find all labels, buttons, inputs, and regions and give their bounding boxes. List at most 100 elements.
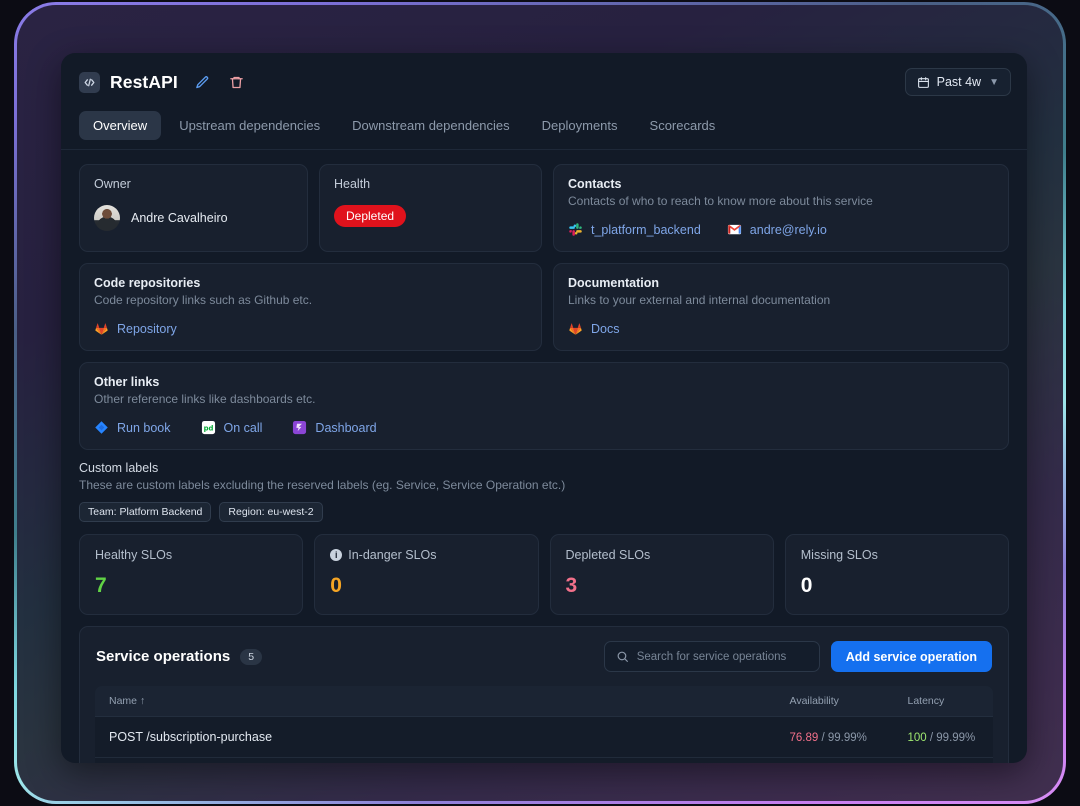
tab-scorecards[interactable]: Scorecards: [636, 111, 730, 140]
search-box[interactable]: [603, 641, 820, 672]
stat-card-depleted-slos: Depleted SLOs 3: [549, 534, 774, 615]
overview-content: Owner Andre Cavalheiro Health Depleted C…: [61, 150, 1027, 763]
stat-label: Healthy SLOs: [95, 548, 287, 562]
availability-metric: 76.89 / 99.99%: [790, 732, 867, 744]
availability-target: / 99.99%: [821, 732, 867, 744]
other-links-list: Run book pd On call Dashboard: [94, 420, 994, 435]
stat-label: Missing SLOs: [801, 548, 993, 562]
on-call-link[interactable]: pd On call: [201, 420, 263, 435]
contact-link-slack[interactable]: t_platform_backend: [568, 222, 701, 237]
dashboard-link-label: Dashboard: [315, 420, 377, 435]
documentation-title: Documentation: [568, 276, 659, 290]
code-icon: [79, 71, 100, 93]
service-detail-panel: RestAPI Past 4w ▼ Overview Upstream depe…: [61, 53, 1027, 763]
owner-name: Andre Cavalheiro: [131, 211, 228, 225]
run-book-link-label: Run book: [117, 420, 171, 435]
docs-link[interactable]: Docs: [568, 321, 619, 336]
documentation-subtitle: Links to your external and internal docu…: [568, 293, 831, 307]
documentation-links: Docs: [568, 321, 994, 336]
availability-value: 76.89: [789, 732, 819, 744]
custom-labels-title: Custom labels: [79, 461, 159, 475]
code-repositories-card: Code repositories Code repository links …: [79, 263, 542, 351]
contact-link-slack-label: t_platform_backend: [591, 222, 701, 237]
run-book-link[interactable]: Run book: [94, 420, 171, 435]
trash-icon[interactable]: [228, 73, 246, 91]
calendar-icon: [917, 76, 930, 89]
table-body: POST /subscription-purchase 76.89 / 99.9…: [95, 716, 993, 763]
documentation-card: Documentation Links to your external and…: [553, 263, 1009, 351]
cell-availability: 100 / 99.99%: [775, 757, 894, 763]
table-row[interactable]: POST /subscription-purchase 76.89 / 99.9…: [95, 716, 993, 758]
stat-card-in-danger-slos: i In-danger SLOs 0: [314, 534, 539, 615]
slo-stats-row: Healthy SLOs 7 i In-danger SLOs 0 Deplet…: [79, 534, 1009, 615]
info-icon: i: [330, 549, 343, 561]
slack-icon: [569, 223, 582, 236]
search-icon: [616, 650, 629, 663]
search-input[interactable]: [636, 650, 808, 663]
gmail-icon: [727, 224, 741, 235]
service-operations-table: Name ↑ Availability Latency POST /subscr…: [94, 685, 994, 763]
sort-asc-icon: ↑: [139, 695, 146, 707]
contacts-links: t_platform_backend andre@rely.io: [568, 222, 994, 237]
code-repositories-links: Repository: [94, 321, 527, 336]
service-operations-card: Service operations 5 Add service operati…: [79, 626, 1009, 763]
owner-row: Andre Cavalheiro: [94, 205, 293, 231]
app-header: RestAPI Past 4w ▼: [61, 53, 1027, 111]
repository-link[interactable]: Repository: [94, 321, 177, 336]
column-header-name-label: Name: [109, 695, 138, 707]
contact-link-email-label: andre@rely.io: [749, 222, 827, 237]
stat-value: 0: [800, 574, 813, 597]
decorative-frame-border: RestAPI Past 4w ▼ Overview Upstream depe…: [14, 2, 1066, 804]
tab-overview[interactable]: Overview: [79, 111, 162, 140]
stat-label: i In-danger SLOs: [330, 548, 522, 562]
cell-latency: 100 / 99.99%: [893, 716, 993, 758]
avatar: [94, 205, 120, 231]
pencil-icon[interactable]: [194, 73, 212, 91]
health-card-title: Health: [334, 177, 371, 191]
info-row-1: Owner Andre Cavalheiro Health Depleted C…: [79, 164, 1009, 252]
latency-value: 100: [907, 732, 927, 744]
gitlab-icon: [95, 323, 108, 335]
stat-value: 7: [95, 574, 107, 597]
dashboard-icon: [293, 420, 307, 435]
stat-card-healthy-slos: Healthy SLOs 7: [79, 534, 304, 615]
page-title: RestAPI: [110, 71, 178, 92]
column-header-latency[interactable]: Latency: [893, 686, 993, 717]
other-links-card: Other links Other reference links like d…: [79, 362, 1009, 450]
contact-link-email[interactable]: andre@rely.io: [727, 222, 827, 237]
stat-card-missing-slos: Missing SLOs 0: [784, 534, 1009, 615]
service-operations-count: 5: [240, 648, 263, 665]
info-row-3: Other links Other reference links like d…: [79, 362, 1009, 450]
dashboard-link[interactable]: Dashboard: [292, 420, 377, 435]
date-range-label: Past 4w: [936, 75, 982, 89]
tab-downstream-dependencies[interactable]: Downstream dependencies: [338, 111, 524, 140]
stat-label: Depleted SLOs: [566, 548, 758, 562]
label-chip-team: Team: Platform Backend: [79, 502, 212, 522]
stat-label-text: Depleted SLOs: [565, 548, 651, 562]
tab-bar: Overview Upstream dependencies Downstrea…: [61, 111, 1027, 150]
status-badge: Depleted: [334, 205, 407, 227]
service-operations-header: Service operations 5 Add service operati…: [80, 627, 1008, 685]
stat-label-text: Healthy SLOs: [95, 548, 173, 562]
add-service-operation-button[interactable]: Add service operation: [830, 641, 992, 672]
decorative-frame-background: RestAPI Past 4w ▼ Overview Upstream depe…: [17, 5, 1063, 801]
owner-card-title: Owner: [94, 177, 131, 191]
on-call-link-label: On call: [223, 420, 263, 435]
pagerduty-icon: pd: [201, 420, 215, 435]
tab-deployments[interactable]: Deployments: [528, 111, 632, 140]
column-header-name[interactable]: Name ↑: [95, 686, 776, 717]
table-header-row: Name ↑ Availability Latency: [95, 686, 993, 717]
service-operations-title: Service operations: [96, 648, 231, 665]
tab-upstream-dependencies[interactable]: Upstream dependencies: [165, 111, 334, 140]
svg-text:pd: pd: [203, 424, 213, 432]
cell-operation-name: POST /subscription-purchase: [95, 716, 776, 758]
cell-operation-name: POST /rbac/user: [95, 757, 776, 763]
stat-label-text: In-danger SLOs: [348, 548, 437, 562]
custom-labels-subtitle: These are custom labels excluding the re…: [79, 478, 566, 492]
column-header-availability[interactable]: Availability: [775, 686, 894, 717]
date-range-picker[interactable]: Past 4w ▼: [904, 68, 1011, 96]
table-row[interactable]: POST /rbac/user 100 / 99.99% 100 / 99.99…: [95, 757, 993, 763]
contacts-card-title: Contacts: [568, 177, 622, 191]
gitlab-icon: [569, 323, 582, 335]
jira-icon: [95, 421, 108, 434]
